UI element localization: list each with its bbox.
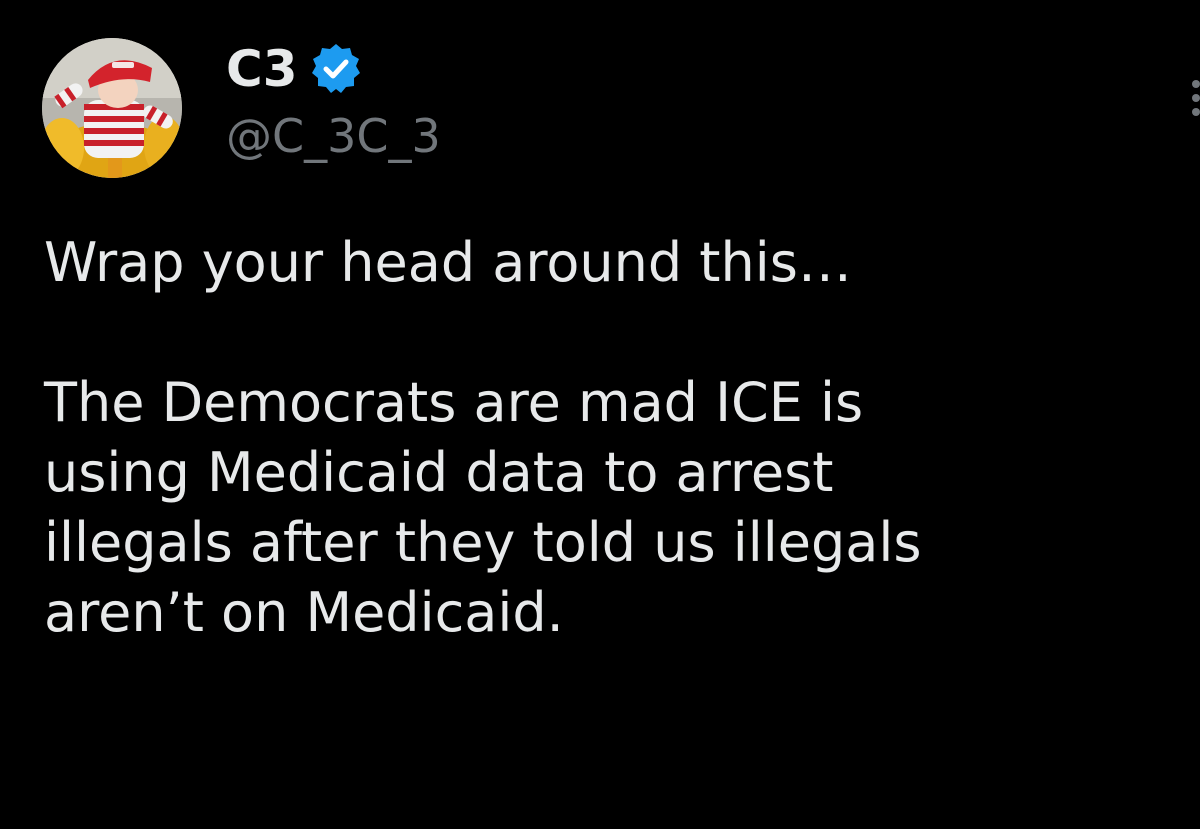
tweet-header: C3 @C_3C_3: [226, 36, 441, 166]
user-handle[interactable]: @C_3C_3: [226, 106, 441, 166]
name-row: C3: [226, 36, 441, 102]
avatar-image: [42, 38, 182, 178]
more-options-icon[interactable]: [1188, 80, 1200, 124]
verified-badge-icon: [309, 42, 363, 96]
avatar[interactable]: [42, 38, 182, 178]
tweet-text: Wrap your head around this… The Democrat…: [44, 228, 1174, 648]
more-dot: [1192, 108, 1200, 116]
tweet-paragraph: The Democrats are mad ICE is using Medic…: [44, 371, 922, 644]
more-dot: [1192, 94, 1200, 102]
tweet-paragraph: Wrap your head around this…: [44, 231, 852, 294]
tweet: C3 @C_3C_3 Wrap your head around this… T…: [0, 0, 1200, 829]
more-dot: [1192, 80, 1200, 88]
display-name[interactable]: C3: [226, 36, 297, 102]
